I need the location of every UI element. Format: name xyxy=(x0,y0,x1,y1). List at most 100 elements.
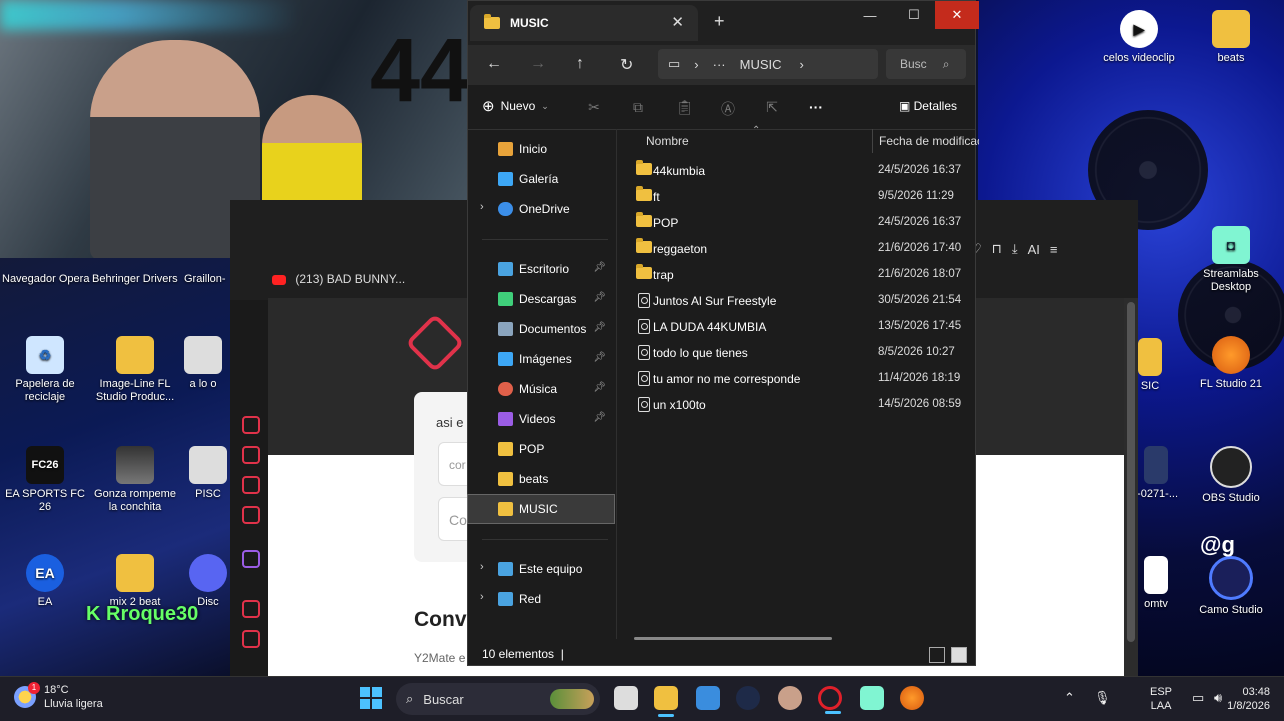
file-row[interactable]: 44kumbia 24/5/2026 16:37 xyxy=(616,157,975,183)
desktop-label-behringer[interactable]: Behringer Drivers xyxy=(92,273,178,285)
desktop-icon-ea[interactable]: EA EA xyxy=(2,554,88,609)
nav-item-inicio[interactable]: Inicio xyxy=(468,135,614,163)
chevron-right-icon[interactable]: › xyxy=(480,591,484,603)
desktop-label-graillon[interactable]: Graillon- xyxy=(184,273,226,285)
nav-item-escritorio[interactable]: Escritorio 📌︎ xyxy=(468,255,614,283)
file-row[interactable]: Juntos Al Sur Freestyle 30/5/2026 21:54 xyxy=(616,287,975,313)
download-icon[interactable]: ⤓ xyxy=(1012,241,1018,257)
column-header-name[interactable]: Nombre xyxy=(646,134,689,148)
desktop-icon-fl-folder[interactable]: Image-Line FL Studio Produc... xyxy=(92,336,178,404)
file-row[interactable]: LA DUDA 44KUMBIA 13/5/2026 17:45 xyxy=(616,313,975,339)
network-icon[interactable]: ▭ xyxy=(1192,690,1204,706)
microphone-icon[interactable]: 🎙︎ xyxy=(1094,690,1111,706)
chevron-right-icon[interactable]: › xyxy=(480,201,484,213)
column-header-date[interactable]: Fecha de modificac xyxy=(872,129,979,153)
desktop-icon-mix-2-beat[interactable]: mix 2 beat xyxy=(92,554,178,609)
desktop-icon-discord[interactable]: Disc xyxy=(186,554,230,609)
breadcrumb-current[interactable]: MUSIC xyxy=(740,57,782,72)
ai-button[interactable]: AI xyxy=(1028,242,1040,257)
desktop-icon-streamlabs[interactable]: ◘ Streamlabs Desktop xyxy=(1188,226,1274,294)
sidebar-icon[interactable] xyxy=(242,506,260,524)
sidebar-icon[interactable] xyxy=(242,600,260,618)
share-icon[interactable]: ⇱ xyxy=(764,99,780,115)
paste-icon[interactable]: 📋︎ xyxy=(676,99,694,115)
nav-item-music[interactable]: MUSIC xyxy=(467,494,615,524)
refresh-icon[interactable]: ↻ xyxy=(620,55,633,75)
close-tab-icon[interactable]: ✕ xyxy=(671,13,684,31)
file-row[interactable]: POP 24/5/2026 16:37 xyxy=(616,209,975,235)
desktop-icon-celos-videoclip[interactable]: ▶ celos videoclip xyxy=(1096,10,1182,65)
more-icon[interactable]: ··· xyxy=(713,57,726,72)
lock-icon[interactable]: ⊓ xyxy=(992,241,1002,257)
cut-icon[interactable]: ✂ xyxy=(586,99,602,115)
copy-icon[interactable]: ⧉ xyxy=(630,99,646,115)
nav-item-videos[interactable]: Videos 📌︎ xyxy=(468,405,614,433)
taskbar-search[interactable]: ⌕ Buscar xyxy=(396,683,600,715)
file-row[interactable]: tu amor no me corresponde 11/4/2026 18:1… xyxy=(616,365,975,391)
nav-item-beats[interactable]: beats xyxy=(468,465,614,493)
nav-item-red[interactable]: › Red xyxy=(468,585,614,613)
start-button[interactable] xyxy=(360,687,382,709)
app-taskbar-icon[interactable] xyxy=(736,686,760,710)
streamlabs-taskbar-icon[interactable] xyxy=(860,686,884,710)
nav-item-documentos[interactable]: Documentos 📌︎ xyxy=(468,315,614,343)
task-view-icon[interactable] xyxy=(614,686,638,710)
sidebar-icon[interactable] xyxy=(242,476,260,494)
minimize-button[interactable]: — xyxy=(848,1,892,29)
new-tab-button[interactable]: + xyxy=(714,11,725,32)
opera-taskbar-icon[interactable] xyxy=(818,686,842,714)
breadcrumb[interactable]: ▭ › ··· MUSIC › xyxy=(658,49,878,79)
explorer-tab[interactable]: MUSIC ✕ xyxy=(470,5,698,41)
nav-item-descargas[interactable]: Descargas 📌︎ xyxy=(468,285,614,313)
file-row[interactable]: todo lo que tienes 8/5/2026 10:27 xyxy=(616,339,975,365)
desktop-icon-fl-studio[interactable]: FL Studio 21 xyxy=(1188,336,1274,391)
search-input[interactable]: Busc ⌕ xyxy=(886,49,966,79)
menu-icon[interactable]: ≡ xyxy=(1050,242,1058,257)
close-button[interactable]: ✕ xyxy=(935,1,979,29)
details-button[interactable]: ▣ Detalles xyxy=(899,99,957,113)
desktop-label-opera[interactable]: Navegador Opera xyxy=(2,273,89,285)
desktop-icon-alo[interactable]: a lo o xyxy=(176,336,230,391)
desktop-icon-obs[interactable]: OBS Studio xyxy=(1188,446,1274,505)
tiles-view-icon[interactable] xyxy=(951,647,967,663)
chevron-up-icon[interactable]: ⌃ xyxy=(1064,690,1075,706)
file-row[interactable]: trap 21/6/2026 18:07 xyxy=(616,261,975,287)
desktop-icon-pisc[interactable]: PISC xyxy=(186,446,230,501)
clock[interactable]: 03:48 1/8/2026 xyxy=(1227,685,1270,713)
desktop-icon-recycle-bin[interactable]: ♻ Papelera de reciclaje xyxy=(2,336,88,404)
file-row[interactable]: ft 9/5/2026 11:29 xyxy=(616,183,975,209)
app-taskbar-icon[interactable] xyxy=(696,686,720,710)
nav-item-musica[interactable]: Música 📌︎ xyxy=(468,375,614,403)
nav-item-pop[interactable]: POP xyxy=(468,435,614,463)
volume-icon[interactable]: 🔊︎ xyxy=(1214,690,1222,706)
file-row[interactable]: reggaeton 21/6/2026 17:40 xyxy=(616,235,975,261)
file-explorer-window[interactable]: MUSIC ✕ + — ☐ ✕ ← → ↑ ↻ ▭ › ··· MUSIC › … xyxy=(467,0,979,666)
sidebar-icon[interactable] xyxy=(242,446,260,464)
back-arrow-icon[interactable]: ← xyxy=(486,55,502,73)
nav-item-onedrive[interactable]: › OneDrive xyxy=(468,195,614,223)
details-view-icon[interactable] xyxy=(929,647,945,663)
nav-item-este-equipo[interactable]: › Este equipo xyxy=(468,555,614,583)
twitch-icon[interactable] xyxy=(242,550,260,568)
language-indicator[interactable]: ESP LAA xyxy=(1150,685,1172,713)
history-icon[interactable] xyxy=(242,630,260,648)
app-taskbar-icon[interactable] xyxy=(778,686,802,710)
rename-icon[interactable]: Ⓐ xyxy=(720,99,736,117)
chevron-right-icon[interactable]: › xyxy=(480,561,484,573)
horizontal-scrollbar[interactable] xyxy=(634,637,832,640)
more-options-icon[interactable]: ··· xyxy=(808,99,824,115)
nav-item-galeria[interactable]: Galería xyxy=(468,165,614,193)
browser-tab[interactable]: (213) BAD BUNNY... xyxy=(272,272,405,286)
nav-item-imagenes[interactable]: Imágenes 📌︎ xyxy=(468,345,614,373)
up-arrow-icon[interactable]: ↑ xyxy=(576,55,584,73)
file-row[interactable]: un x100to 14/5/2026 08:59 xyxy=(616,391,975,417)
new-button[interactable]: ⊕ Nuevo ⌄ xyxy=(482,97,549,115)
desktop-icon-beats[interactable]: beats xyxy=(1188,10,1274,65)
desktop-icon-camo[interactable]: Camo Studio xyxy=(1188,556,1274,617)
desktop-icon-fc26[interactable]: FC26 EA SPORTS FC 26 xyxy=(2,446,88,514)
fl-studio-taskbar-icon[interactable] xyxy=(900,686,924,710)
weather-widget[interactable]: 1 18°C Lluvia ligera xyxy=(14,682,103,711)
maximize-button[interactable]: ☐ xyxy=(892,1,936,29)
sidebar-icon[interactable] xyxy=(242,416,260,434)
desktop-icon-gonza-video[interactable]: Gonza rompeme la conchita xyxy=(92,446,178,514)
